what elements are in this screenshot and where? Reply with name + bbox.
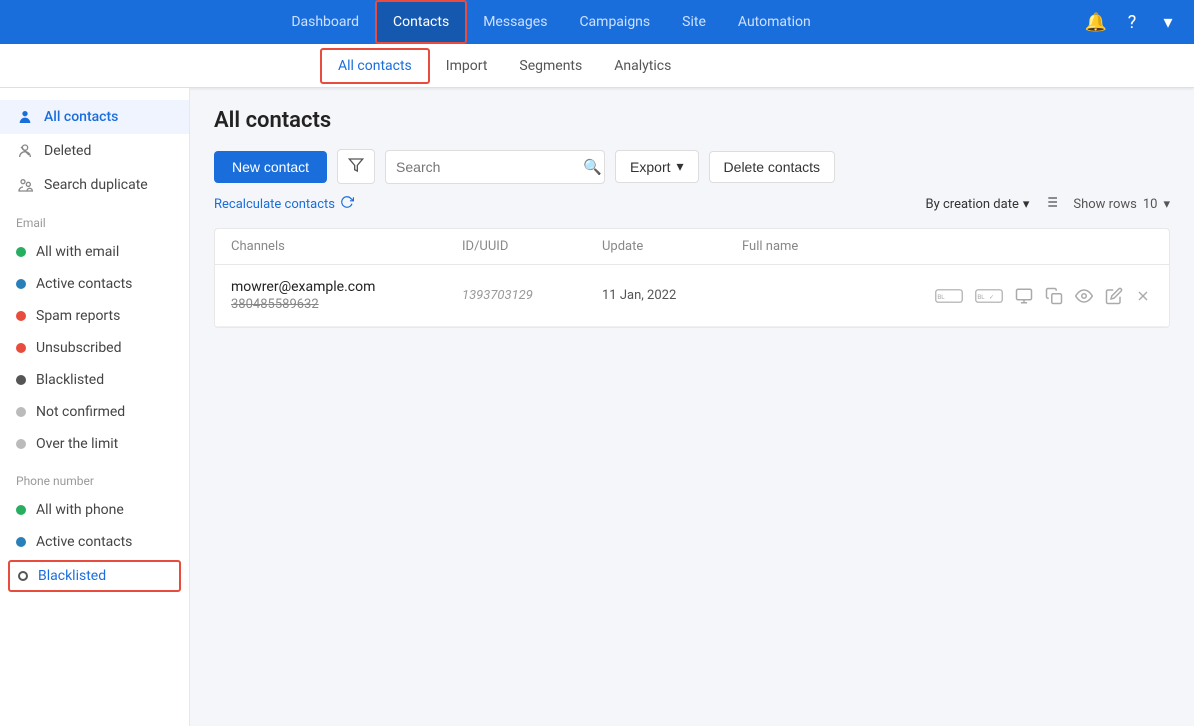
sidebar-item-spam-reports[interactable]: Spam reports	[0, 300, 189, 332]
export-label: Export	[630, 159, 670, 175]
page-title: All contacts	[214, 108, 1170, 133]
dot-green-icon	[16, 247, 26, 257]
new-contact-button[interactable]: New contact	[214, 151, 327, 183]
view-icon[interactable]	[1073, 285, 1095, 307]
sub-nav: All contacts Import Segments Analytics	[0, 44, 1194, 88]
table-header: Channels ID/UUID Update Full name	[215, 229, 1169, 265]
main-content: All contacts New contact 🔍 Export ▾ Dele…	[190, 88, 1194, 726]
contact-email: mowrer@example.com	[231, 279, 462, 295]
top-nav-links: Dashboard Contacts Messages Campaigns Si…	[16, 0, 1086, 44]
sidebar-item-all-with-email[interactable]: All with email	[0, 236, 189, 268]
col-fullname: Full name	[742, 239, 973, 254]
phone-section-label: Phone number	[0, 460, 189, 494]
edit-icon[interactable]	[1103, 285, 1125, 307]
nav-contacts[interactable]: Contacts	[375, 0, 467, 44]
sidebar-item-deleted[interactable]: Deleted	[0, 134, 189, 168]
sidebar: All contacts Deleted Search duplicate Em…	[0, 88, 190, 726]
dot-circle-outline-icon	[18, 571, 28, 581]
col-actions	[973, 239, 1153, 254]
search-icon: 🔍	[583, 158, 602, 176]
col-id: ID/UUID	[462, 239, 602, 254]
help-icon[interactable]: ?	[1122, 12, 1142, 32]
dot-green2-icon	[16, 505, 26, 515]
sidebar-item-all-with-phone[interactable]: All with phone	[0, 494, 189, 526]
contact-channels: mowrer@example.com 380485589632	[231, 279, 462, 312]
dot-orange-icon	[16, 343, 26, 353]
blacklist-email-icon[interactable]: BL	[933, 285, 965, 307]
contact-id: 1393703129	[462, 288, 602, 303]
recalculate-link[interactable]: Recalculate contacts	[214, 195, 354, 213]
delete-contacts-button[interactable]: Delete contacts	[709, 151, 836, 183]
delete-icon[interactable]	[1133, 286, 1153, 306]
deleted-icon	[16, 142, 34, 160]
contact-date: 11 Jan, 2022	[602, 288, 742, 303]
blacklist-phone-icon[interactable]: BL ✓	[973, 285, 1005, 307]
sidebar-item-over-limit[interactable]: Over the limit	[0, 428, 189, 460]
nav-dashboard[interactable]: Dashboard	[275, 0, 375, 44]
layout: All contacts Deleted Search duplicate Em…	[0, 88, 1194, 726]
show-rows-label: Show rows	[1073, 197, 1136, 212]
refresh-icon	[340, 195, 354, 213]
dot-blue-icon	[16, 279, 26, 289]
recalculate-label: Recalculate contacts	[214, 197, 335, 212]
chevron-down-icon[interactable]: ▾	[1158, 12, 1178, 32]
sidebar-item-search-duplicate[interactable]: Search duplicate	[0, 168, 189, 202]
search-input[interactable]	[396, 159, 577, 175]
top-nav: Dashboard Contacts Messages Campaigns Si…	[0, 0, 1194, 44]
person-icon	[16, 108, 34, 126]
contact-phone: 380485589632	[231, 297, 462, 312]
duplicate-icon	[16, 176, 34, 194]
dot-gray-icon	[16, 407, 26, 417]
svg-text:BL: BL	[937, 293, 945, 301]
show-rows-count: 10	[1143, 197, 1158, 212]
chevron-down-icon: ▾	[677, 158, 684, 175]
subnav-import[interactable]: Import	[430, 44, 504, 88]
email-section-label: Email	[0, 202, 189, 236]
bell-icon[interactable]: 🔔	[1086, 12, 1106, 32]
search-box: 🔍	[385, 150, 605, 184]
sort-columns-icon[interactable]	[1043, 194, 1059, 214]
subnav-segments[interactable]: Segments	[503, 44, 598, 88]
nav-automation[interactable]: Automation	[722, 0, 827, 44]
row-actions: BL BL ✓	[973, 285, 1153, 307]
dot-dark-icon	[16, 375, 26, 385]
sort-dropdown-icon: ▾	[1023, 197, 1030, 212]
recalc-row: Recalculate contacts By creation date ▾ …	[214, 194, 1170, 214]
dot-red-icon	[16, 311, 26, 321]
sidebar-item-not-confirmed[interactable]: Not confirmed	[0, 396, 189, 428]
table-row: mowrer@example.com 380485589632 13937031…	[215, 265, 1169, 327]
sidebar-item-active-contacts-phone[interactable]: Active contacts	[0, 526, 189, 558]
nav-site[interactable]: Site	[666, 0, 722, 44]
col-channels: Channels	[231, 239, 462, 254]
contacts-table: Channels ID/UUID Update Full name mowrer…	[214, 228, 1170, 328]
show-rows-selector: Show rows 10 ▾	[1073, 197, 1170, 212]
sidebar-item-all-contacts[interactable]: All contacts	[0, 100, 189, 134]
sidebar-item-active-contacts-email[interactable]: Active contacts	[0, 268, 189, 300]
show-rows-chevron-icon[interactable]: ▾	[1163, 197, 1170, 212]
sidebar-item-blacklisted-phone[interactable]: Blacklisted	[8, 560, 181, 592]
filter-button[interactable]	[337, 149, 375, 184]
subnav-analytics[interactable]: Analytics	[598, 44, 687, 88]
dot-blue2-icon	[16, 537, 26, 547]
nav-campaigns[interactable]: Campaigns	[563, 0, 666, 44]
subnav-all-contacts[interactable]: All contacts	[320, 48, 430, 84]
sort-label: By creation date	[926, 197, 1019, 212]
top-nav-right: 🔔 ? ▾	[1086, 12, 1178, 32]
export-button[interactable]: Export ▾	[615, 150, 699, 183]
sort-button[interactable]: By creation date ▾	[926, 197, 1030, 212]
svg-text:BL: BL	[977, 293, 985, 301]
unsubscribe-icon[interactable]	[1013, 285, 1035, 307]
svg-text:✓: ✓	[989, 293, 994, 301]
nav-messages[interactable]: Messages	[467, 0, 563, 44]
sort-row: By creation date ▾ Show rows 10 ▾	[926, 194, 1170, 214]
filter-icon	[348, 157, 364, 176]
dot-gray2-icon	[16, 439, 26, 449]
copy-icon[interactable]	[1043, 285, 1065, 307]
toolbar: New contact 🔍 Export ▾ Delete contacts	[214, 149, 1170, 184]
sidebar-item-unsubscribed[interactable]: Unsubscribed	[0, 332, 189, 364]
col-update: Update	[602, 239, 742, 254]
sidebar-item-blacklisted-email[interactable]: Blacklisted	[0, 364, 189, 396]
